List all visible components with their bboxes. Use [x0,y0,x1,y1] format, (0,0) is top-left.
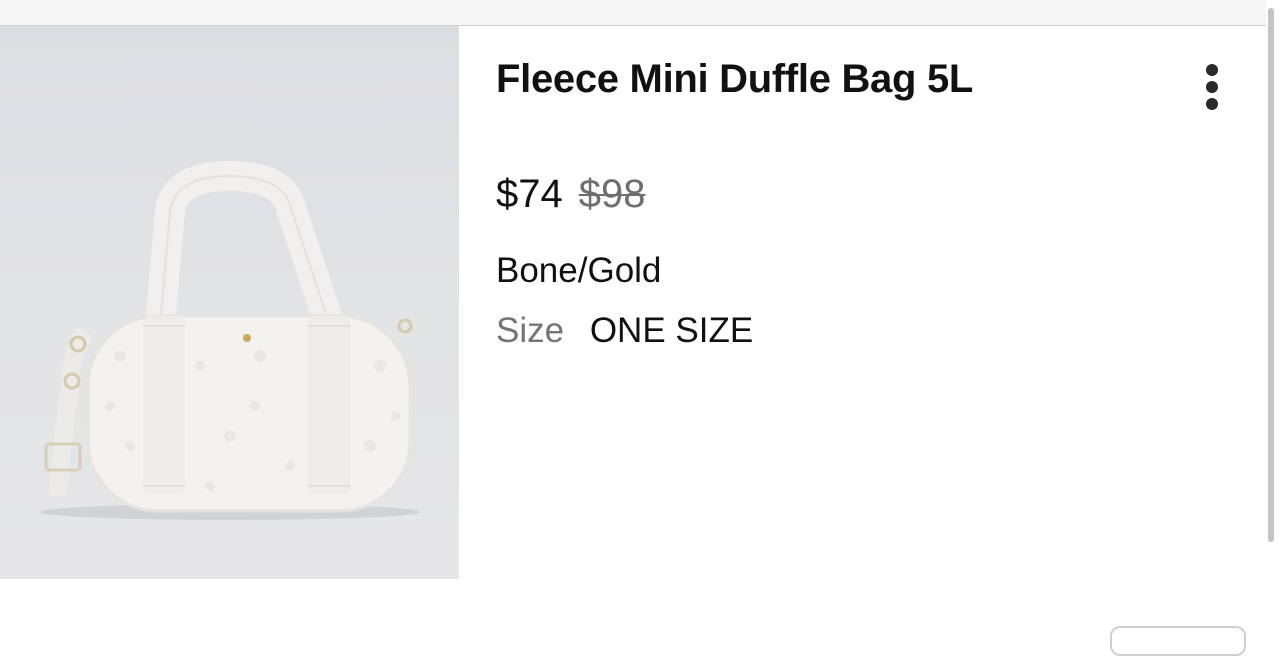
size-label: Size [496,311,565,350]
more-vertical-icon-dot [1206,98,1218,110]
bottom-action-button[interactable] [1110,626,1246,656]
product-color: Bone/Gold [496,251,662,290]
duffle-bag-illustration [40,161,420,520]
sale-price: $74 [496,172,563,216]
product-image[interactable] [0,26,459,579]
size-row: Size ONE SIZE [496,311,753,351]
browser-top-bar [0,0,1284,26]
original-price: $98 [578,172,646,216]
more-vertical-icon-dot [1206,81,1218,93]
product-card: Fleece Mini Duffle Bag 5L $74 $98 Bone/G… [0,26,1266,579]
size-value: ONE SIZE [589,311,754,350]
more-vertical-icon [1206,64,1218,76]
price-row: $74 $98 [496,172,646,217]
scrollbar-thumb[interactable] [1268,8,1274,542]
product-title[interactable]: Fleece Mini Duffle Bag 5L [496,57,973,102]
more-options-button[interactable] [1192,60,1232,114]
